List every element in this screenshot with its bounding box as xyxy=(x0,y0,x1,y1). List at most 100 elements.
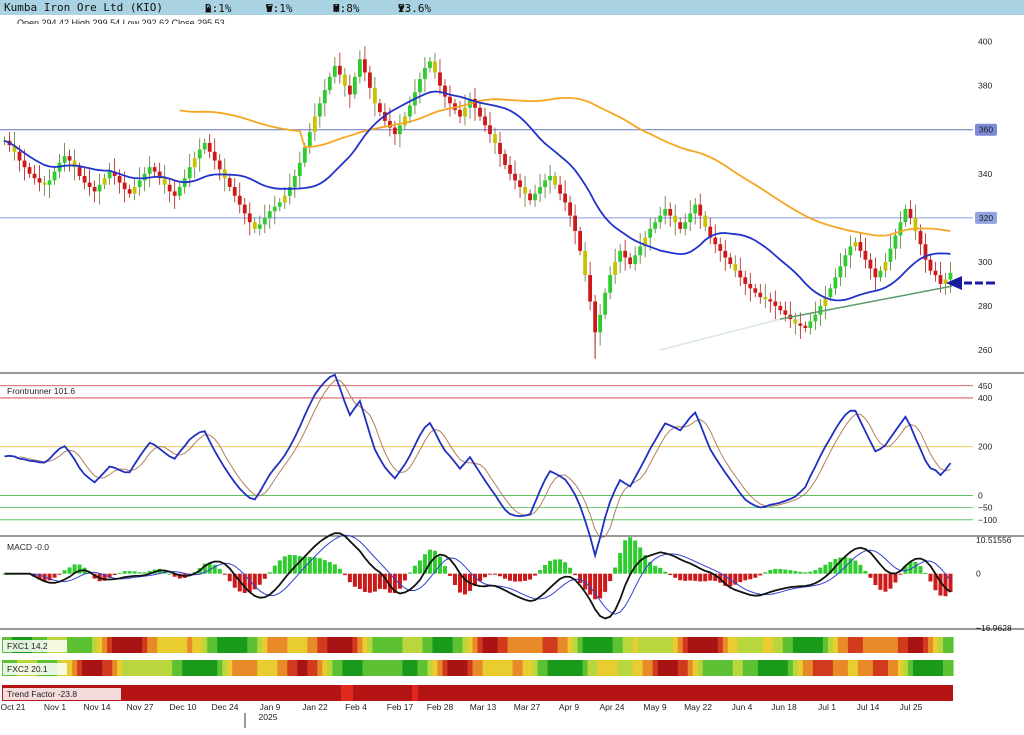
fxc1-heatmap-cell xyxy=(227,637,233,653)
macd-histogram-bar xyxy=(142,572,147,574)
fxc2-heatmap-cell xyxy=(287,660,293,676)
x-tick-label: Apr 9 xyxy=(559,702,580,712)
fxc1-heatmap-cell xyxy=(137,637,143,653)
fxc1-heatmap-cell xyxy=(832,637,839,653)
fxc2-heatmap-cell xyxy=(137,660,143,676)
candle-body xyxy=(853,242,858,247)
macd-histogram-bar xyxy=(778,569,783,574)
candle-body xyxy=(428,61,432,69)
macd-histogram-bar xyxy=(788,570,793,574)
fxc2-heatmap-cell xyxy=(367,660,373,676)
macd-histogram-bar xyxy=(483,573,488,578)
fxc1-heatmap-cell xyxy=(302,637,308,653)
candle-body xyxy=(573,215,578,232)
macd-histogram-bar xyxy=(227,573,232,582)
fxc2-heatmap-cell xyxy=(297,660,303,676)
fxc2-heatmap-cell xyxy=(467,660,474,676)
fxc2-heatmap-cell xyxy=(637,660,644,676)
fxc2-heatmap-cell xyxy=(342,660,348,676)
macd-histogram-bar xyxy=(928,573,933,582)
macd-histogram-bar xyxy=(563,562,568,574)
fxc2-heatmap-cell xyxy=(787,660,794,676)
fxc2-heatmap-cell xyxy=(727,660,734,676)
fxc2-heatmap-cell xyxy=(572,660,579,676)
macd-histogram-bar xyxy=(397,573,402,589)
fxc2-heatmap-cell xyxy=(602,660,609,676)
macd-histogram-bar xyxy=(578,573,583,584)
macd-histogram-bar xyxy=(528,573,533,580)
candle-body xyxy=(568,202,572,216)
fxc2-heatmap-cell xyxy=(647,660,654,676)
candle-body xyxy=(878,270,883,278)
stock-chart[interactable]: 260 280 300 320 340 360 380 400 Frontrunner 101.… xyxy=(0,0,1024,735)
macd-histogram-bar xyxy=(533,573,538,576)
fxc1-heatmap-cell xyxy=(427,637,434,653)
candle-body xyxy=(728,257,733,265)
macd-histogram-bar xyxy=(342,573,347,576)
fxc1-heatmap-cell xyxy=(112,637,118,653)
macd-histogram-bar xyxy=(688,573,693,581)
macd-histogram-bar xyxy=(322,560,327,574)
fxc2-heatmap-cell xyxy=(117,660,123,676)
fxc1-heatmap-cell xyxy=(187,637,193,653)
candle-body xyxy=(883,261,888,271)
candle-body xyxy=(798,323,803,326)
fxc2-heatmap-cell xyxy=(687,660,694,676)
macd-histogram-bar xyxy=(793,570,798,574)
fxc2-heatmap-cell xyxy=(737,660,744,676)
fxc1-heatmap-cell xyxy=(787,637,794,653)
candle-body xyxy=(357,59,362,77)
candle-body xyxy=(463,107,467,117)
fxc1-heatmap-cell xyxy=(482,637,489,653)
fxc2-heatmap-cell xyxy=(252,660,258,676)
fxc1-heatmap-cell xyxy=(837,637,844,653)
fxc1-heatmap-cell xyxy=(157,637,163,653)
fxc2-heatmap-cell xyxy=(122,660,128,676)
fxc1-heatmap-cell xyxy=(202,637,208,653)
x-tick-label: Mar 27 xyxy=(514,702,541,712)
candle-body xyxy=(302,147,307,163)
fxc1-heatmap-cell xyxy=(197,637,203,653)
fxc1-heatmap-cell xyxy=(932,637,939,653)
fxc1-heatmap-cell xyxy=(527,637,534,653)
macd-histogram-bar xyxy=(77,564,82,574)
price-tick-400: 400 xyxy=(978,37,992,47)
fxc1-heatmap-cell xyxy=(662,637,669,653)
candle-body xyxy=(583,250,588,276)
candle-body xyxy=(888,248,893,262)
fxc2-heatmap-cell xyxy=(172,660,178,676)
macd-histogram-bar xyxy=(272,565,277,574)
macd-histogram-bar xyxy=(883,573,888,592)
fxc1-heatmap-cell xyxy=(517,637,524,653)
fxc1-heatmap-cell xyxy=(122,637,128,653)
macd-histogram-bar xyxy=(653,565,658,574)
fxc2-heatmap-cell xyxy=(282,660,288,676)
candle-body xyxy=(738,270,743,278)
fxc1-heatmap-cell xyxy=(927,637,934,653)
fxc1-heatmap-cell xyxy=(937,637,944,653)
fxc2-heatmap-cell xyxy=(612,660,619,676)
fxc2-heatmap-cell xyxy=(487,660,494,676)
fxc2-heatmap-cell xyxy=(752,660,759,676)
candle-body xyxy=(152,167,157,172)
fxc1-heatmap-cell xyxy=(772,637,779,653)
fxc1-label: FXC1 14.2 xyxy=(7,641,48,651)
fxc2-heatmap-cell xyxy=(837,660,844,676)
fxc1-heatmap-cell xyxy=(102,637,108,653)
x-tick-label: May 22 xyxy=(684,702,712,712)
fxc1-heatmap-cell xyxy=(567,637,574,653)
fxc1-heatmap-cell xyxy=(97,637,103,653)
macd-histogram-bar xyxy=(683,573,688,581)
candle-body xyxy=(623,250,628,258)
fxc2-heatmap-cell xyxy=(397,660,404,676)
fxc2-heatmap-cell xyxy=(402,660,409,676)
fxc1-heatmap-cell xyxy=(917,637,924,653)
macd-histogram-bar xyxy=(317,558,322,574)
candle-body xyxy=(748,283,753,289)
fxc2-heatmap-cell xyxy=(307,660,313,676)
fxc2-heatmap-cell xyxy=(127,660,133,676)
fxc2-heatmap-cell xyxy=(897,660,904,676)
candle-body xyxy=(443,85,447,97)
fxc2-heatmap-cell xyxy=(187,660,193,676)
candle-body xyxy=(488,125,492,135)
